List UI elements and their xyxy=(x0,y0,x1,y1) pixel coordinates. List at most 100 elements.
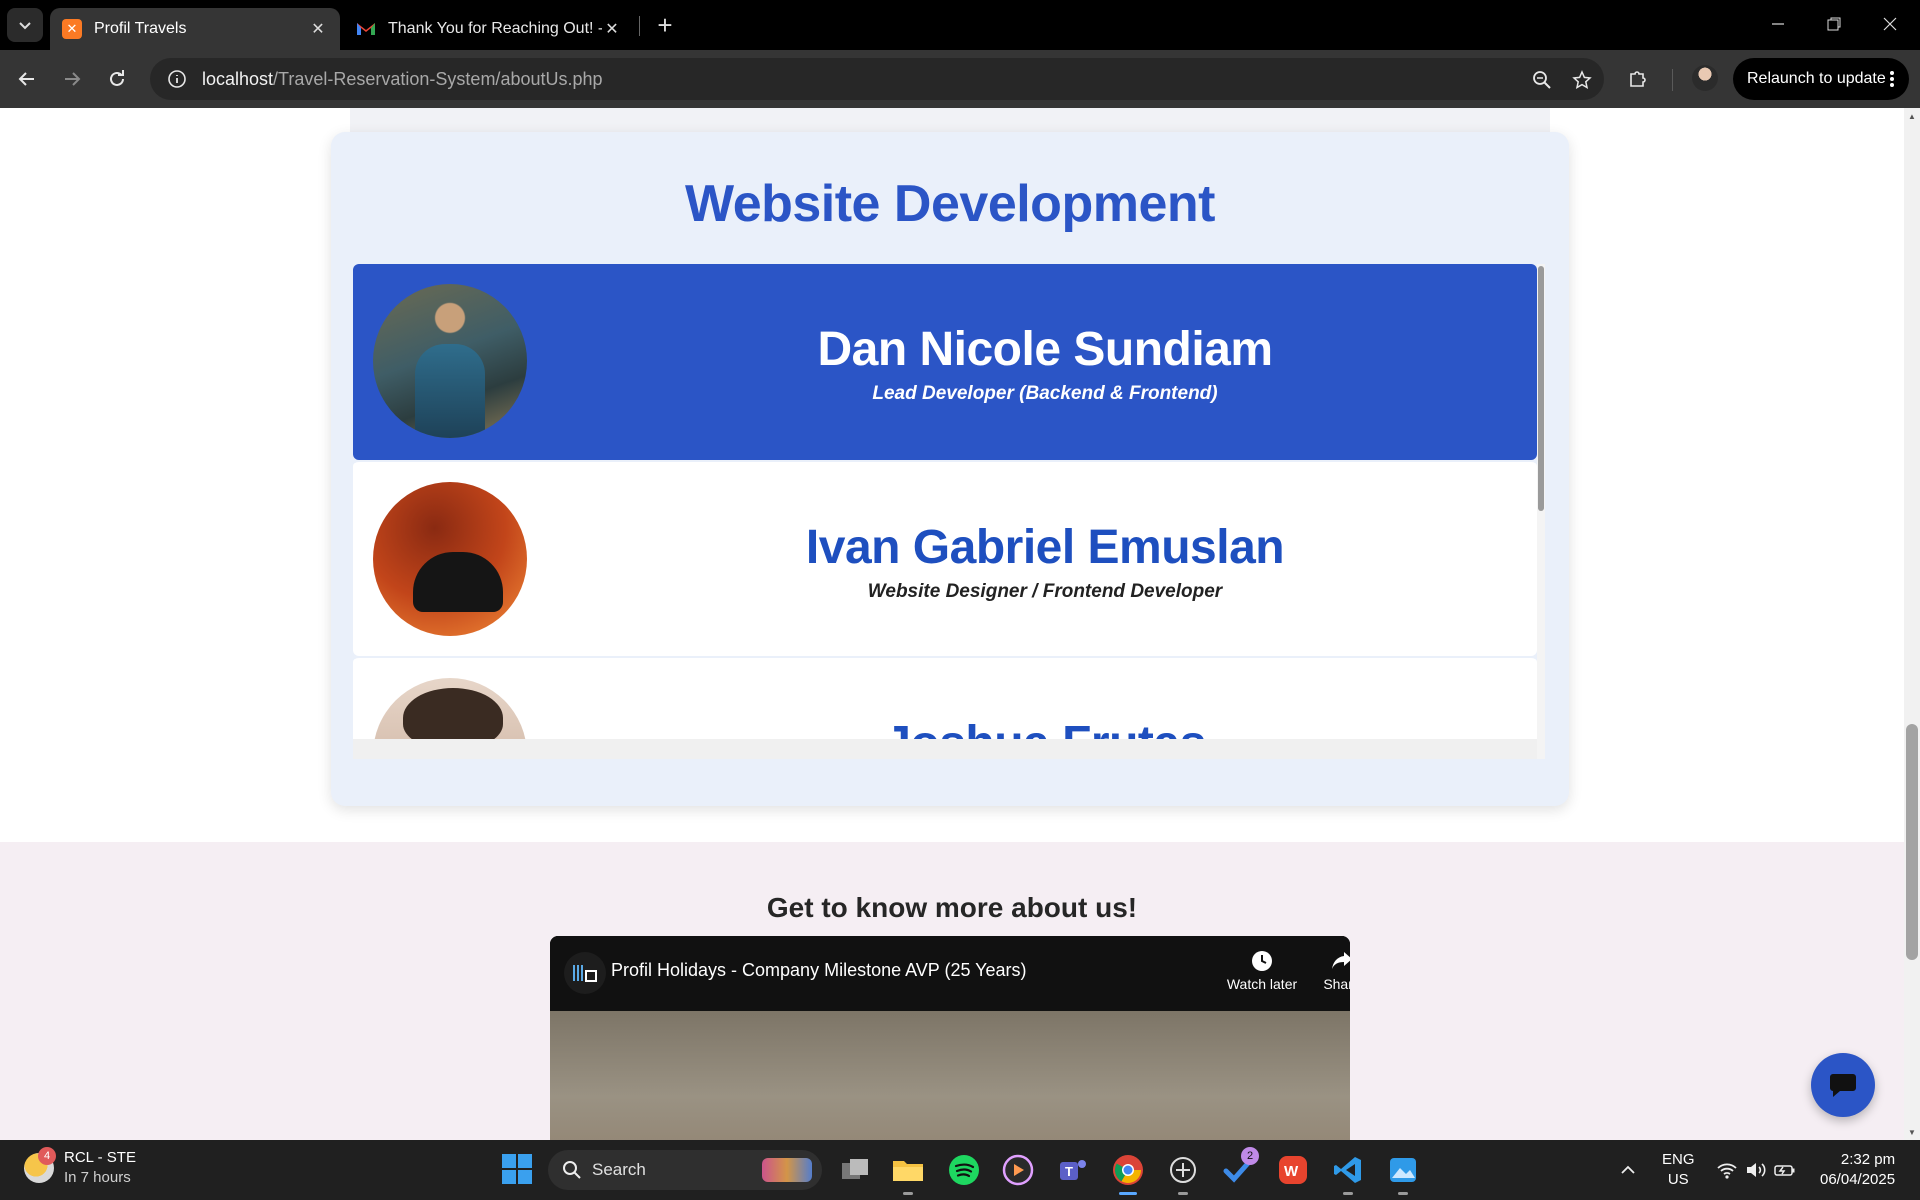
channel-logo-icon[interactable] xyxy=(564,952,606,994)
todo-icon[interactable]: 2 xyxy=(1219,1147,1259,1189)
wifi-icon[interactable] xyxy=(1716,1140,1738,1200)
weather-badge: 4 xyxy=(38,1147,56,1165)
wps-office-icon[interactable]: W xyxy=(1274,1151,1312,1189)
member-card-ivan[interactable]: Ivan Gabriel Emuslan Website Designer / … xyxy=(353,460,1537,656)
new-tab-button[interactable]: + xyxy=(650,10,680,40)
member-card-dan[interactable]: Dan Nicole Sundiam Lead Developer (Backe… xyxy=(353,264,1537,460)
kebab-menu-icon xyxy=(1890,71,1894,87)
close-window-button[interactable] xyxy=(1862,0,1918,48)
minimize-button[interactable] xyxy=(1750,0,1806,48)
photos-icon[interactable] xyxy=(1384,1151,1422,1195)
page-scrollbar[interactable]: ▲ ▼ xyxy=(1904,108,1920,1140)
file-explorer-icon[interactable] xyxy=(889,1151,927,1195)
address-bar[interactable]: localhost/Travel-Reservation-System/abou… xyxy=(150,58,1604,100)
back-button[interactable] xyxy=(10,62,44,96)
running-indicator xyxy=(903,1192,913,1195)
browser-toolbar: localhost/Travel-Reservation-System/abou… xyxy=(0,50,1920,108)
chat-button[interactable] xyxy=(1811,1053,1875,1117)
taskbar-search[interactable]: Search xyxy=(548,1150,822,1190)
zoom-icon[interactable] xyxy=(1530,68,1554,92)
extensions-button[interactable] xyxy=(1623,64,1653,94)
member-list-scrollbar[interactable] xyxy=(1537,264,1545,759)
clock-icon xyxy=(1252,951,1272,971)
clock[interactable]: 2:32 pm 06/04/2025 xyxy=(1820,1140,1895,1200)
section-title: Website Development xyxy=(685,175,1215,233)
search-highlight-image xyxy=(762,1158,812,1182)
task-view-icon[interactable] xyxy=(836,1151,874,1189)
more-about-us-section: Get to know more about us! Profil Holida… xyxy=(0,842,1904,1140)
windows-start-icon[interactable] xyxy=(502,1154,532,1184)
minimize-icon xyxy=(1772,23,1784,25)
restore-button[interactable] xyxy=(1806,0,1862,48)
browser-tab-bar: ✕ Profil Travels ✕ Thank You for Reachin… xyxy=(0,0,1920,50)
battery-icon[interactable] xyxy=(1774,1140,1796,1200)
chrome-icon[interactable] xyxy=(1109,1151,1147,1195)
member-role: Website Designer / Frontend Developer xyxy=(867,581,1223,602)
watch-later-button[interactable]: Watch later xyxy=(1222,948,1302,992)
close-tab-icon[interactable]: ✕ xyxy=(308,19,328,39)
website-development-card: Website Development Dan Nicole Sundiam L… xyxy=(331,132,1569,806)
arrow-right-icon xyxy=(65,72,81,86)
teams-icon[interactable]: T xyxy=(1054,1151,1092,1189)
page-scroll-thumb[interactable] xyxy=(1906,724,1918,960)
show-hidden-icons-chevron-up-icon[interactable] xyxy=(1620,1140,1636,1200)
member-list[interactable]: Dan Nicole Sundiam Lead Developer (Backe… xyxy=(353,264,1545,759)
scroll-down-arrow-icon[interactable]: ▼ xyxy=(1904,1124,1920,1140)
svg-text:W: W xyxy=(1284,1163,1299,1180)
arrow-left-icon xyxy=(18,72,34,86)
reload-icon xyxy=(110,70,124,86)
member-info: Dan Nicole Sundiam Lead Developer (Backe… xyxy=(553,322,1537,405)
restore-icon xyxy=(1827,17,1841,31)
puzzle-icon xyxy=(1630,71,1646,87)
member-name: Dan Nicole Sundiam xyxy=(817,323,1273,376)
tab-search-button[interactable] xyxy=(7,8,43,42)
watch-later-label: Watch later xyxy=(1226,976,1298,992)
weather-icon: 4 xyxy=(24,1147,56,1183)
forward-button[interactable] xyxy=(55,62,89,96)
tab-title: Thank You for Reaching Out! - c xyxy=(388,20,602,37)
gmail-favicon-icon xyxy=(356,19,376,39)
chat-bubble-icon xyxy=(1830,1074,1856,1097)
video-thumbnail[interactable] xyxy=(550,1011,1350,1140)
svg-text:T: T xyxy=(1065,1164,1073,1179)
member-list-scroll-thumb[interactable] xyxy=(1538,266,1544,511)
close-tab-icon[interactable]: ✕ xyxy=(602,19,622,39)
url-host: localhost xyxy=(202,68,274,89)
site-info-icon[interactable] xyxy=(156,58,198,100)
tab-profil-travels[interactable]: ✕ Profil Travels ✕ xyxy=(50,8,340,50)
page-viewport: Website Development Dan Nicole Sundiam L… xyxy=(0,108,1920,1140)
bookmark-star-icon[interactable] xyxy=(1570,68,1594,92)
weather-title: RCL - STE xyxy=(64,1149,136,1166)
search-label: Search xyxy=(592,1160,646,1179)
member-role: Lead Developer (Backend & Frontend) xyxy=(872,383,1218,404)
video-title[interactable]: Profil Holidays - Company Milestone AVP … xyxy=(611,960,1027,981)
language-indicator[interactable]: ENG US xyxy=(1662,1140,1695,1200)
vscode-icon[interactable] xyxy=(1329,1151,1367,1195)
profile-avatar[interactable] xyxy=(1692,65,1718,91)
weather-text: RCL - STE In 7 hours xyxy=(64,1148,136,1188)
video-header: Profil Holidays - Company Milestone AVP … xyxy=(550,936,1350,1011)
volume-icon[interactable] xyxy=(1745,1140,1767,1200)
member-info: Ivan Gabriel Emuslan Website Designer / … xyxy=(553,520,1537,603)
share-icon xyxy=(1332,952,1350,969)
clock-date: 06/04/2025 xyxy=(1820,1171,1896,1188)
relaunch-button[interactable]: Relaunch to update xyxy=(1733,58,1909,100)
language-top: ENG xyxy=(1662,1151,1695,1168)
tab-separator xyxy=(639,16,640,36)
weather-subtitle: In 7 hours xyxy=(64,1169,131,1186)
url-text: localhost/Travel-Reservation-System/abou… xyxy=(202,69,603,90)
member-list-horizontal-scrollbar[interactable] xyxy=(353,739,1537,759)
spotify-icon[interactable] xyxy=(945,1151,983,1189)
url-path: /Travel-Reservation-System/aboutUs.php xyxy=(273,68,603,89)
scroll-up-arrow-icon[interactable]: ▲ xyxy=(1904,108,1920,124)
running-indicator xyxy=(1178,1192,1188,1195)
reload-button[interactable] xyxy=(100,62,134,96)
share-button[interactable]: Share xyxy=(1302,948,1350,992)
video-embed[interactable]: Profil Holidays - Company Milestone AVP … xyxy=(550,936,1350,1140)
app-icon-unknown[interactable] xyxy=(1164,1151,1202,1195)
media-player-icon[interactable] xyxy=(999,1151,1037,1189)
weather-widget[interactable]: 4 RCL - STE In 7 hours xyxy=(24,1147,136,1188)
toolbar-divider xyxy=(1672,69,1673,91)
tab-gmail[interactable]: Thank You for Reaching Out! - c ✕ xyxy=(344,8,634,50)
todo-badge: 2 xyxy=(1241,1147,1259,1165)
